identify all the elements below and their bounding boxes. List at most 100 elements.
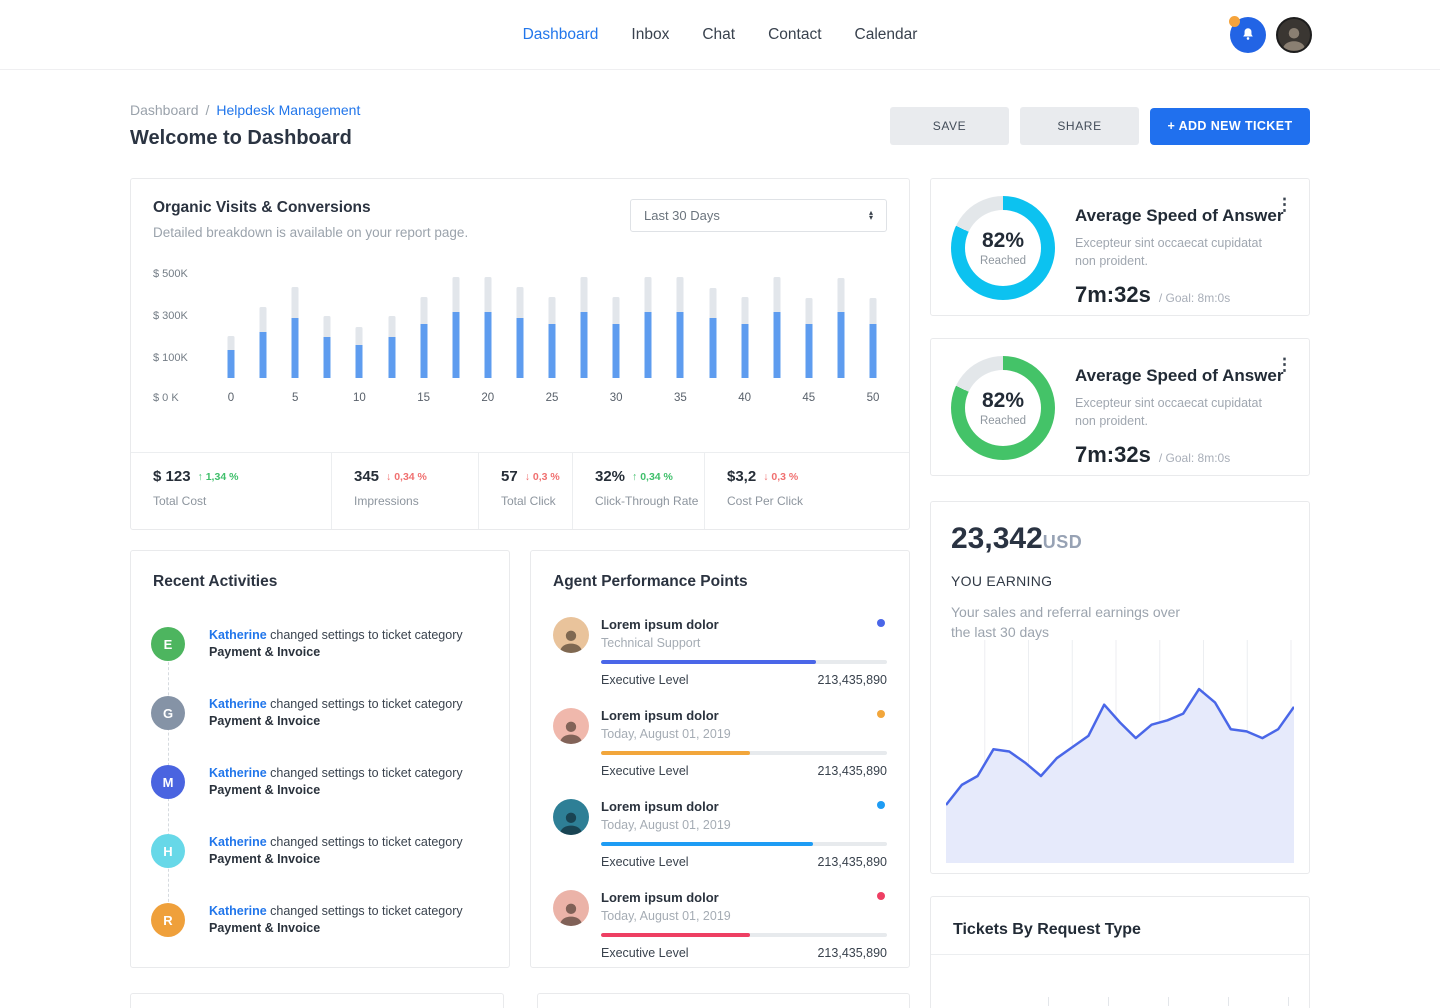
speed-time: 7m:32s: [1075, 282, 1151, 308]
stat-cost-per-click: $3,2↓ 0,3 % Cost Per Click: [704, 453, 909, 529]
bar: [709, 288, 716, 378]
status-dot: [877, 619, 885, 627]
earnings-card: 23,342USD YOU EARNING Your sales and ref…: [930, 501, 1310, 874]
agent-footer: Executive Level213,435,890: [601, 764, 887, 778]
earnings-desc: Your sales and referral earnings over th…: [951, 602, 1191, 643]
bar: [484, 277, 491, 378]
speed-card-body: Average Speed of Answer ⋮ Excepteur sint…: [1075, 356, 1289, 458]
activity-user-link[interactable]: Katherine: [209, 628, 267, 642]
agent-avatar: [553, 708, 589, 744]
bar: [870, 298, 877, 378]
agent-progress-bar: [601, 660, 887, 664]
bar: [324, 316, 331, 378]
nav-item-dashboard[interactable]: Dashboard: [523, 26, 599, 44]
speed-of-answer-card-2: 82% Reached Average Speed of Answer ⋮ Ex…: [930, 338, 1310, 476]
speed-time-row: 7m:32s / Goal: 8m:0s: [1075, 282, 1289, 308]
activity-item: M Katherine changed settings to ticket c…: [151, 765, 487, 799]
chart-gridline: [1168, 997, 1169, 1006]
chart-gridline: [1048, 997, 1049, 1006]
page-title: Welcome to Dashboard: [130, 127, 360, 150]
agent-name: Lorem ipsum dolor: [601, 890, 887, 905]
activity-action: changed settings to ticket category: [270, 904, 462, 918]
stat-total-click: 57↓ 0,3 % Total Click: [478, 453, 572, 529]
earnings-amount: 23,342USD: [951, 522, 1289, 556]
agent-level: Executive Level: [601, 673, 689, 687]
nav-item-calendar[interactable]: Calendar: [855, 26, 918, 44]
agent-row: Lorem ipsum dolor Today, August 01, 2019…: [553, 708, 887, 778]
agent-avatar: [553, 617, 589, 653]
main-grid: Organic Visits & Conversions Detailed br…: [130, 178, 1310, 1008]
activity-avatar: E: [151, 627, 185, 661]
chart-gridline: [1288, 997, 1289, 1006]
agent-progress-fill: [601, 751, 750, 755]
organic-card-title: Organic Visits & Conversions: [153, 199, 468, 217]
y-axis-label: $ 300K: [153, 310, 188, 322]
person-icon: [556, 626, 586, 653]
speed-goal: / Goal: 8m:0s: [1159, 291, 1230, 305]
save-button[interactable]: SAVE: [890, 107, 1009, 145]
user-avatar[interactable]: [1276, 17, 1312, 53]
activity-target: Payment & Invoice: [209, 851, 463, 868]
bar: [837, 278, 844, 378]
bar: [516, 287, 523, 378]
activity-target: Payment & Invoice: [209, 920, 463, 937]
kebab-menu-icon[interactable]: ⋮: [1276, 196, 1293, 213]
donut-center: 82% Reached: [951, 356, 1055, 460]
nav-item-chat[interactable]: Chat: [702, 26, 735, 44]
nav-item-contact[interactable]: Contact: [768, 26, 821, 44]
person-icon: [556, 899, 586, 926]
notifications-button[interactable]: [1230, 17, 1266, 53]
period-select[interactable]: Last 30 Days ▴▾: [630, 199, 887, 232]
bar-plot-area: [217, 274, 887, 378]
activity-user-link[interactable]: Katherine: [209, 904, 267, 918]
speed-card-title: Average Speed of Answer: [1075, 366, 1289, 386]
speed-card-body: Average Speed of Answer ⋮ Excepteur sint…: [1075, 196, 1289, 298]
breadcrumb-dashboard[interactable]: Dashboard: [130, 102, 199, 118]
right-column: 82% Reached Average Speed of Answer ⋮ Ex…: [930, 178, 1310, 1008]
left-column: Organic Visits & Conversions Detailed br…: [130, 178, 910, 1008]
chart-gridline: [1228, 997, 1229, 1006]
donut-percent: 82%: [982, 389, 1024, 413]
activity-user-link[interactable]: Katherine: [209, 835, 267, 849]
stat-value: $3,2: [727, 468, 756, 485]
breadcrumb-current[interactable]: Helpdesk Management: [216, 102, 360, 118]
nav-item-inbox[interactable]: Inbox: [631, 26, 669, 44]
activity-avatar: H: [151, 834, 185, 868]
cutoff-card-left: [130, 993, 504, 1008]
tickets-card-head: Tickets By Request Type: [931, 897, 1309, 955]
agent-avatar: [553, 799, 589, 835]
tickets-card-title: Tickets By Request Type: [953, 921, 1287, 939]
stat-delta-down: ↓ 0,3 %: [525, 471, 560, 483]
main-nav: Dashboard Inbox Chat Contact Calendar: [0, 26, 1440, 44]
agent-body: Lorem ipsum dolor Today, August 01, 2019…: [601, 890, 887, 960]
x-axis-tick: 45: [802, 392, 815, 404]
stat-delta-up: ↑ 0,34 %: [632, 471, 673, 483]
person-icon: [556, 717, 586, 744]
y-axis-label: $ 500K: [153, 268, 188, 280]
agent-footer: Executive Level213,435,890: [601, 946, 887, 960]
x-axis-tick: 0: [228, 392, 234, 404]
bar: [581, 277, 588, 378]
cutoff-cards-row: [130, 993, 910, 1008]
stat-label: Total Cost: [153, 494, 331, 508]
agent-points: 213,435,890: [817, 673, 887, 687]
kebab-menu-icon[interactable]: ⋮: [1276, 356, 1293, 373]
speed-card-title: Average Speed of Answer: [1075, 206, 1289, 226]
notification-badge: [1229, 16, 1240, 27]
bar: [260, 307, 267, 378]
donut-chart: 82% Reached: [951, 356, 1055, 460]
activity-user-link[interactable]: Katherine: [209, 697, 267, 711]
add-new-ticket-button[interactable]: + ADD NEW TICKET: [1150, 108, 1310, 145]
x-axis-ticks: 05101520253035404550: [231, 398, 873, 412]
speed-goal: / Goal: 8m:0s: [1159, 451, 1230, 465]
bar: [292, 287, 299, 378]
agent-footer: Executive Level 213,435,890: [601, 673, 887, 687]
top-nav: Dashboard Inbox Chat Contact Calendar: [0, 0, 1440, 70]
share-button[interactable]: SHARE: [1020, 107, 1139, 145]
person-icon: [556, 808, 586, 835]
status-dot: [877, 892, 885, 900]
activity-user-link[interactable]: Katherine: [209, 766, 267, 780]
bar: [645, 277, 652, 378]
stat-label: Total Click: [501, 494, 572, 508]
x-axis-tick: 5: [292, 392, 298, 404]
